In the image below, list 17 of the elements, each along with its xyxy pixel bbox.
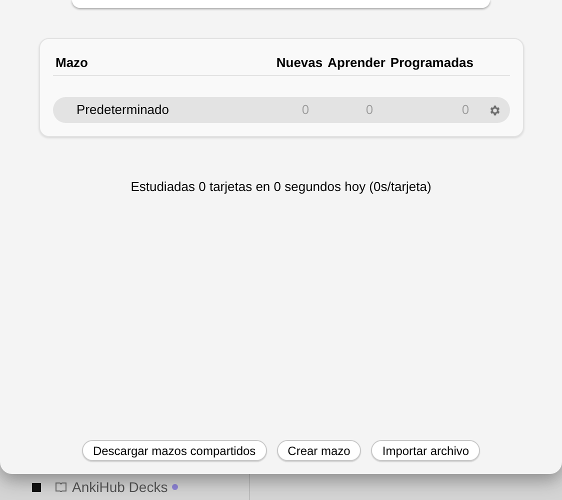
new-count: 0	[300, 101, 310, 120]
study-stats: Estudiadas 0 tarjetas en 0 segundos hoy (0s/tarjeta)	[130, 178, 432, 196]
deck-name[interactable]: Predeterminado	[76, 100, 298, 120]
due-count: 0	[460, 101, 470, 120]
column-header: Aprender	[328, 54, 386, 72]
book-icon	[55, 482, 67, 492]
sidebar-label[interactable]: AnkiHub Decks	[72, 476, 168, 498]
action-button[interactable]: Importar archivo	[371, 440, 480, 461]
square-icon	[32, 482, 41, 492]
action-button[interactable]: Crear mazo	[276, 440, 362, 461]
gear-icon[interactable]	[488, 104, 500, 116]
deck-row[interactable]: Predeterminado 0 0 0	[52, 97, 510, 123]
column-header: Nuevas	[276, 54, 323, 72]
column-header: Programadas	[390, 54, 474, 72]
learn-count: 0	[364, 101, 374, 120]
action-button[interactable]: Descargar mazos compartidos	[82, 440, 267, 461]
column-header: Mazo	[56, 54, 89, 72]
